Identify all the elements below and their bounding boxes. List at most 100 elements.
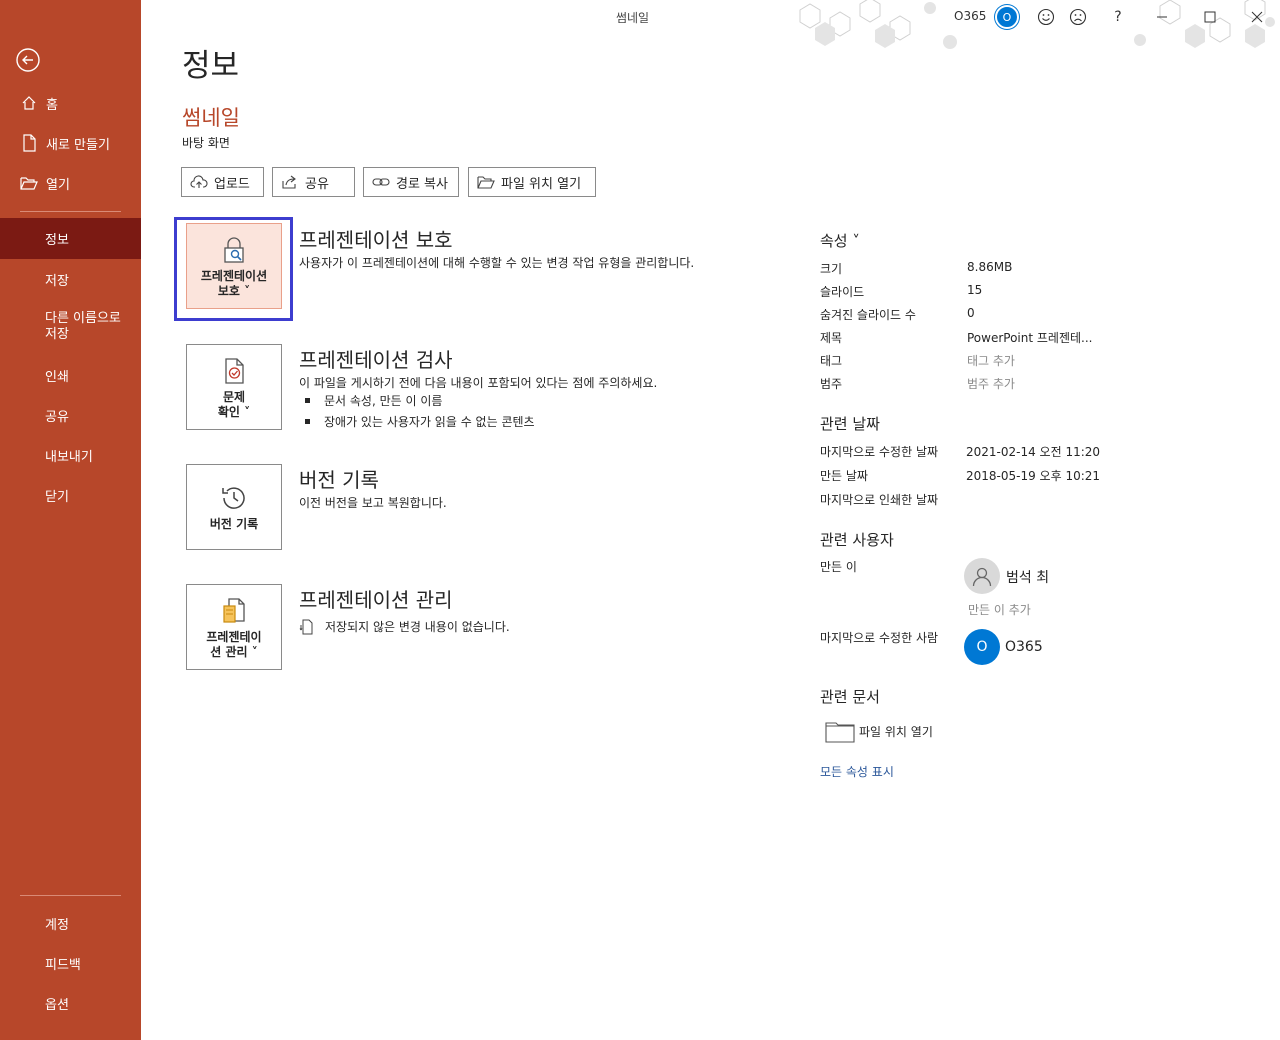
minimize-icon[interactable] bbox=[1151, 6, 1173, 28]
inspect-description: 이 파일을 게시하기 전에 다음 내용이 포함되어 있다는 점에 주의하세요. bbox=[299, 376, 658, 390]
back-button[interactable] bbox=[15, 47, 41, 73]
bullet-text: 문서 속성, 만든 이 이름 bbox=[324, 394, 443, 408]
related-documents-heading: 관련 문서 bbox=[820, 688, 880, 706]
last-modified-by-label: 마지막으로 수정한 사람 bbox=[820, 631, 939, 645]
no-changes-icon bbox=[299, 619, 315, 635]
protect-button-line2: 보호 ˅ bbox=[217, 283, 251, 298]
protect-button-line1: 프레젠테이션 bbox=[200, 268, 268, 283]
home-icon bbox=[20, 94, 38, 112]
related-people-heading: 관련 사용자 bbox=[820, 531, 894, 549]
sidebar-item-export[interactable]: 내보내기 bbox=[0, 445, 141, 465]
manage-button-line1: 프레젠테이 bbox=[206, 629, 262, 644]
date-label-modified: 마지막으로 수정한 날짜 bbox=[820, 445, 939, 459]
smile-feedback-icon[interactable] bbox=[1035, 6, 1057, 28]
sidebar-item-label: 다른 이름으로 저장 bbox=[45, 311, 121, 342]
upload-button[interactable]: 업로드 bbox=[181, 167, 264, 197]
backstage-sidebar: 홈 새로 만들기 열기 정보 저장 다른 이름으로 저장 인쇄 공유 내보내기 … bbox=[0, 0, 141, 1040]
folder-icon bbox=[825, 719, 855, 743]
history-description: 이전 버전을 보고 복원합니다. bbox=[299, 496, 447, 510]
add-author-link[interactable]: 만든 이 추가 bbox=[968, 601, 1031, 618]
protect-description: 사용자가 이 프레젠테이션에 대해 수행할 수 있는 변경 작업 유형을 관리합… bbox=[299, 256, 695, 270]
prop-label-hidden-slides: 숨겨진 슬라이드 수 bbox=[820, 308, 916, 322]
prop-value-category[interactable]: 범주 추가 bbox=[967, 375, 1015, 392]
prop-value-title[interactable]: PowerPoint 프레젠테... bbox=[967, 329, 1093, 346]
prop-value-slides: 15 bbox=[967, 283, 983, 297]
sidebar-item-label: 피드백 bbox=[45, 957, 81, 973]
upload-label: 업로드 bbox=[214, 176, 250, 192]
sidebar-item-share[interactable]: 공유 bbox=[0, 405, 141, 425]
sidebar-item-feedback[interactable]: 피드백 bbox=[0, 953, 141, 973]
sidebar-item-print[interactable]: 인쇄 bbox=[0, 365, 141, 385]
folder-open-icon bbox=[20, 174, 38, 192]
sidebar-item-options[interactable]: 옵션 bbox=[0, 993, 141, 1013]
author-name[interactable]: 범석 최 bbox=[1006, 567, 1049, 587]
inspect-bullet: 문서 속성, 만든 이 이름 bbox=[305, 392, 442, 409]
bullet-dot bbox=[305, 419, 310, 424]
history-title: 버전 기록 bbox=[299, 468, 379, 492]
date-label-printed: 마지막으로 인쇄한 날짜 bbox=[820, 493, 939, 507]
author-avatar[interactable] bbox=[964, 558, 1000, 594]
history-button-label: 버전 기록 bbox=[209, 517, 259, 531]
sidebar-item-info[interactable]: 정보 bbox=[0, 218, 141, 259]
date-label-created: 만든 날짜 bbox=[820, 469, 868, 483]
close-icon[interactable] bbox=[1246, 6, 1268, 28]
sidebar-item-label: 열기 bbox=[46, 177, 70, 193]
sidebar-item-label: 옵션 bbox=[45, 997, 69, 1013]
version-history-button[interactable]: 버전 기록 bbox=[186, 464, 282, 550]
protect-presentation-button[interactable]: 프레젠테이션 보호 ˅ bbox=[186, 223, 282, 309]
sidebar-divider bbox=[20, 211, 121, 212]
new-document-icon bbox=[20, 134, 38, 152]
inspect-bullet: 장애가 있는 사용자가 읽을 수 없는 콘텐츠 bbox=[305, 413, 535, 430]
sidebar-item-label: 닫기 bbox=[45, 489, 69, 505]
sidebar-item-save-as[interactable]: 다른 이름으로 저장 bbox=[0, 310, 130, 344]
frown-feedback-icon[interactable] bbox=[1067, 6, 1089, 28]
prop-value-size: 8.86MB bbox=[967, 260, 1013, 274]
sidebar-item-close[interactable]: 닫기 bbox=[0, 485, 141, 505]
manage-document-icon bbox=[218, 595, 250, 627]
modifier-name[interactable]: O365 bbox=[1005, 639, 1043, 655]
sidebar-item-label: 계정 bbox=[45, 917, 69, 933]
manage-button-line2: 션 관리 ˅ bbox=[210, 644, 258, 659]
inspect-title: 프레젠테이션 검사 bbox=[299, 348, 453, 372]
folder-open-icon bbox=[477, 173, 495, 191]
bullet-dot bbox=[305, 398, 310, 403]
link-icon bbox=[372, 173, 390, 191]
prop-label-size: 크기 bbox=[820, 262, 843, 276]
prop-value-tags[interactable]: 태그 추가 bbox=[967, 352, 1015, 369]
account-avatar[interactable]: O bbox=[995, 5, 1019, 29]
protect-title: 프레젠테이션 보호 bbox=[299, 228, 453, 252]
sidebar-item-label: 홈 bbox=[46, 97, 58, 113]
sidebar-item-new[interactable]: 새로 만들기 bbox=[0, 133, 141, 153]
open-file-location-button[interactable]: 파일 위치 열기 bbox=[468, 167, 596, 197]
sidebar-item-home[interactable]: 홈 bbox=[0, 93, 141, 113]
properties-heading[interactable]: 속성 ˅ bbox=[820, 230, 860, 251]
share-button[interactable]: 공유 bbox=[272, 167, 355, 197]
copy-path-label: 경로 복사 bbox=[396, 176, 448, 192]
prop-label-tags: 태그 bbox=[820, 354, 843, 368]
manage-presentation-button[interactable]: 프레젠테이 션 관리 ˅ bbox=[186, 584, 282, 670]
show-all-properties-link[interactable]: 모든 속성 표시 bbox=[820, 763, 894, 780]
help-icon[interactable]: ? bbox=[1107, 6, 1129, 28]
check-issues-button[interactable]: 문제 확인 ˅ bbox=[186, 344, 282, 430]
sidebar-item-label: 저장 bbox=[45, 273, 69, 289]
copy-path-button[interactable]: 경로 복사 bbox=[363, 167, 459, 197]
lock-search-icon bbox=[218, 234, 250, 266]
inspect-button-line1: 문제 bbox=[222, 389, 246, 404]
share-label: 공유 bbox=[305, 176, 329, 192]
prop-label-slides: 슬라이드 bbox=[820, 285, 865, 299]
account-name[interactable]: O365 bbox=[954, 9, 986, 23]
prop-label-title: 제목 bbox=[820, 331, 843, 345]
file-name: 썸네일 bbox=[182, 106, 240, 130]
sidebar-item-save[interactable]: 저장 bbox=[0, 269, 141, 289]
maximize-icon[interactable] bbox=[1199, 6, 1221, 28]
open-file-location-link[interactable]: 파일 위치 열기 bbox=[825, 719, 933, 743]
date-value-created: 2018-05-19 오후 10:21 bbox=[966, 469, 1101, 483]
manage-status: 저장되지 않은 변경 내용이 없습니다. bbox=[299, 618, 510, 635]
title-bar: 썸네일 O365 O ? bbox=[141, 0, 1280, 49]
sidebar-item-open[interactable]: 열기 bbox=[0, 173, 141, 193]
open-file-location-label: 파일 위치 열기 bbox=[501, 176, 582, 192]
open-file-location-text: 파일 위치 열기 bbox=[859, 724, 933, 739]
manage-title: 프레젠테이션 관리 bbox=[299, 588, 453, 612]
modifier-avatar[interactable]: O bbox=[964, 629, 1000, 665]
sidebar-item-account[interactable]: 계정 bbox=[0, 913, 141, 933]
